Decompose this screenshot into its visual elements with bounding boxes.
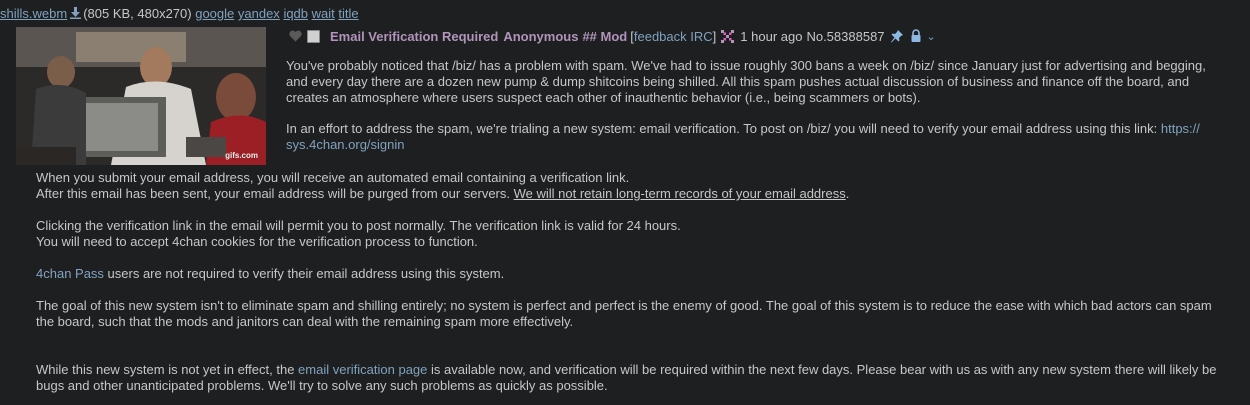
heart-icon[interactable] xyxy=(289,30,302,42)
post-menu-chevron-icon[interactable]: ⌄ xyxy=(927,30,936,43)
paragraph-3-line-2: After this email has been sent, your ema… xyxy=(36,186,514,201)
4chan-pass-link[interactable]: 4chan Pass xyxy=(36,266,104,281)
irc-link[interactable]: IRC xyxy=(690,29,712,44)
feedback-link[interactable]: feedback xyxy=(634,29,687,44)
search-link-iqdb[interactable]: iqdb xyxy=(283,6,308,21)
body-paragraph-2: In an effort to address the spam, we're … xyxy=(286,121,1226,153)
feedback-links: [feedback IRC] xyxy=(630,29,716,44)
file-name-link[interactable]: shills.webm xyxy=(0,6,67,21)
file-meta: (805 KB, 480x270) xyxy=(83,6,192,21)
search-link-title[interactable]: title xyxy=(338,6,358,21)
paragraph-4-line-2: You will need to accept 4chan cookies fo… xyxy=(36,234,478,249)
paragraph-4-line-1: Clicking the verification link in the em… xyxy=(36,218,681,233)
body-paragraph-7: While this new system is not yet in effe… xyxy=(36,362,1236,394)
paragraph-3-end: . xyxy=(845,186,850,201)
lock-icon xyxy=(911,29,921,42)
search-link-yandex[interactable]: yandex xyxy=(238,6,280,21)
video-thumbnail[interactable]: gifs.com xyxy=(16,27,266,165)
thumbnail-image xyxy=(16,27,266,165)
paragraph-5-text: users are not required to verify their e… xyxy=(103,266,505,281)
underlined-notice: We will not retain long-term records of … xyxy=(513,186,846,201)
body-paragraph-3: When you submit your email address, you … xyxy=(36,170,1226,202)
sticky-pin-icon xyxy=(890,30,903,43)
post-time: 1 hour ago xyxy=(740,28,803,44)
search-link-google[interactable]: google xyxy=(195,6,234,21)
body-paragraph-5: 4chan Pass users are not required to ver… xyxy=(36,266,1226,282)
poster-name: Anonymous xyxy=(503,28,579,44)
post-info: Email Verification Required Anonymous ##… xyxy=(289,27,936,45)
search-link-wait[interactable]: wait xyxy=(312,6,335,21)
body-paragraph-6: The goal of this new system isn't to eli… xyxy=(36,298,1212,329)
mod-capcode: ## Mod xyxy=(582,28,628,44)
select-post-checkbox[interactable] xyxy=(307,29,320,43)
mod-icon xyxy=(721,29,735,43)
post-subject: Email Verification Required xyxy=(330,28,499,44)
download-icon[interactable] xyxy=(70,7,82,19)
gifs-watermark: gifs.com xyxy=(225,151,258,160)
feedback-bracket-close: ] xyxy=(712,28,717,44)
paragraph-2-text: In an effort to address the spam, we're … xyxy=(286,121,1161,136)
file-info: shills.webm (805 KB, 480x270) google yand… xyxy=(0,6,359,21)
paragraph-7-text-a: While this new system is not yet in effe… xyxy=(36,362,299,377)
paragraph-3-line-1: When you submit your email address, you … xyxy=(36,170,630,185)
body-paragraph-1: You've probably noticed that /biz/ has a… xyxy=(286,58,1206,105)
post-number-link[interactable]: No.58388587 xyxy=(806,29,884,44)
body-paragraph-4: Clicking the verification link in the em… xyxy=(36,218,1226,250)
email-verification-page-link[interactable]: email verification page xyxy=(298,362,427,377)
